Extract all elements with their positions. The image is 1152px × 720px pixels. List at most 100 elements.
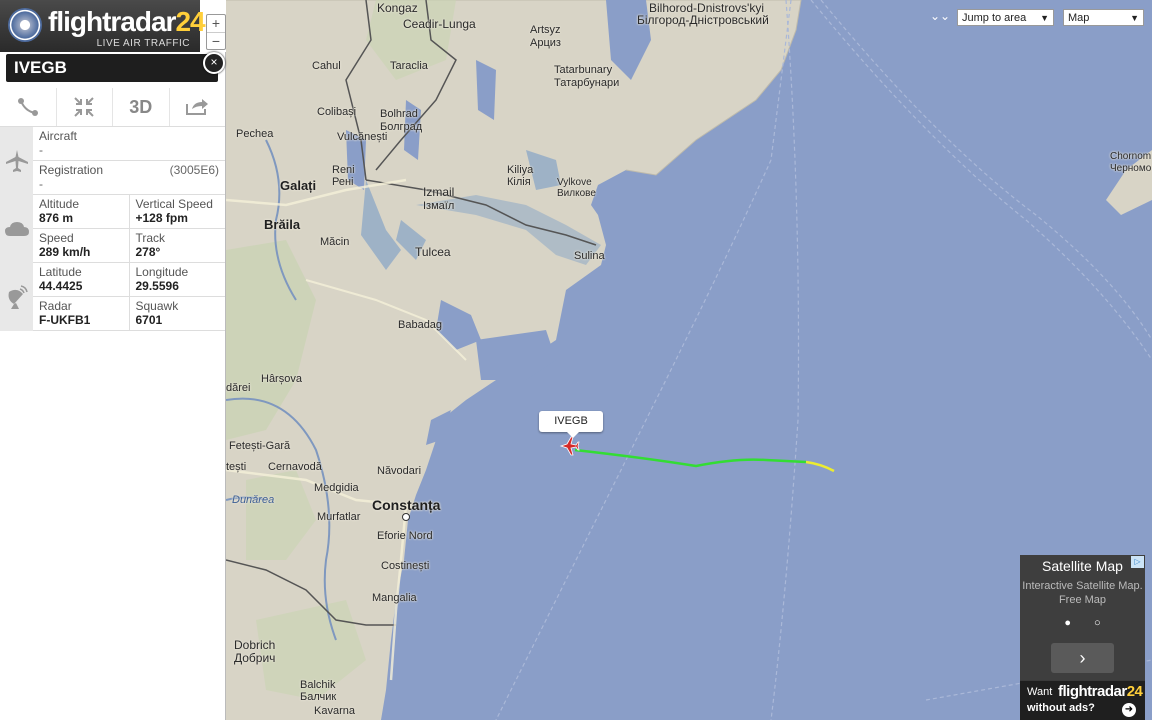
squawk-label: Squawk xyxy=(135,299,179,313)
place-label: Cahul xyxy=(312,60,341,72)
altitude-value: 876 m xyxy=(39,211,74,225)
ad-description: Interactive Satellite Map. Free Map xyxy=(1022,580,1143,606)
place-label: Izmail xyxy=(423,185,455,199)
arrow-right-icon[interactable]: ➜ xyxy=(1122,703,1136,717)
place-label: Tulcea xyxy=(415,245,451,259)
place-label: Eforie Nord xyxy=(377,530,433,542)
flight-info-panel: IVEGB × 3D Aircraft - Registration - (30… xyxy=(0,52,226,720)
place-label: Добрич xyxy=(234,651,276,665)
longitude-label: Longitude xyxy=(135,265,189,279)
map-type-select[interactable]: Map ▼ xyxy=(1063,9,1144,26)
registration-row: Registration - (3005E6) xyxy=(33,161,225,195)
place-label: Fetești-Gară xyxy=(229,440,291,452)
zoom-in-button[interactable]: + xyxy=(207,15,225,33)
dropdown-arrow-icon: ▼ xyxy=(1130,13,1139,23)
aircraft-group: Aircraft - Registration - (3005E6) xyxy=(0,127,225,195)
place-label: Кілія xyxy=(507,176,531,188)
map-canvas[interactable]: Kongaz Ceadir-Lunga Artsyz Арциз Bilhoro… xyxy=(226,0,1152,720)
place-label: Ізмаїл xyxy=(423,200,455,212)
close-panel-button[interactable]: × xyxy=(203,52,225,74)
flightradar24-logo[interactable]: flightradar24 LIVE AIR TRAFFIC xyxy=(0,0,206,52)
place-label: Constanța xyxy=(372,497,441,513)
ad-title[interactable]: Satellite Map xyxy=(1020,558,1145,574)
place-label: dărei xyxy=(226,382,251,394)
place-label: Măcin xyxy=(320,236,350,248)
place-label: Балчик xyxy=(300,691,337,703)
collapse-arrows-icon xyxy=(74,97,94,117)
city-marker xyxy=(402,513,410,521)
speed-label: Speed xyxy=(39,231,74,245)
flight-callout[interactable]: IVEGB xyxy=(539,411,603,438)
coordinates-row: Latitude 44.4425 Longitude 29.5596 xyxy=(33,263,225,297)
zoom-out-button[interactable]: − xyxy=(207,33,225,50)
place-label: Вилкове xyxy=(557,188,596,199)
speed-value: 289 km/h xyxy=(39,245,91,259)
place-label: Bolhrad xyxy=(380,108,418,120)
share-icon xyxy=(186,99,209,115)
route-button[interactable] xyxy=(0,88,57,126)
altitude-label: Altitude xyxy=(39,197,80,211)
place-label: Artsyz xyxy=(530,24,561,36)
share-button[interactable] xyxy=(170,88,226,126)
collapse-toolbar-icon[interactable]: ⌄⌄ xyxy=(930,9,950,23)
radar-dish-icon xyxy=(0,263,33,331)
place-label: Черномо xyxy=(1110,163,1152,174)
latitude-value: 44.4425 xyxy=(39,279,83,293)
place-label: Татарбунари xyxy=(554,77,620,89)
latitude-label: Latitude xyxy=(39,265,82,279)
plane-icon xyxy=(0,127,33,195)
radar-value: F-UKFB1 xyxy=(39,313,91,327)
place-label: Pechea xyxy=(236,128,274,140)
flight-toolbar: 3D xyxy=(0,88,225,127)
position-group: Latitude 44.4425 Longitude 29.5596 Radar F-… xyxy=(0,263,225,331)
place-label: Năvodari xyxy=(377,465,422,477)
place-label: tești xyxy=(226,461,247,473)
place-label: Costinești xyxy=(381,560,430,572)
cloud-icon xyxy=(0,195,33,263)
aircraft-marker-icon xyxy=(559,436,580,456)
place-label: Рені xyxy=(332,176,354,188)
place-label: Арциз xyxy=(530,37,561,49)
jump-to-area-select[interactable]: Jump to area ▼ xyxy=(957,9,1054,26)
place-label: Hârșova xyxy=(261,373,302,385)
logo-wordmark: flightradar24 xyxy=(48,6,206,37)
place-label: Babadag xyxy=(398,319,443,331)
ad-next-button[interactable]: › xyxy=(1051,643,1114,673)
flight-callsign: IVEGB xyxy=(6,54,218,82)
logo-tagline: LIVE AIR TRAFFIC xyxy=(96,38,190,49)
place-label: Kavarna xyxy=(314,705,355,717)
map-type-label: Map xyxy=(1068,12,1090,24)
ad-carousel-dots[interactable]: ● ○ xyxy=(1020,617,1145,629)
track-value: 278° xyxy=(135,245,161,259)
place-label: Galați xyxy=(280,178,317,193)
dropdown-arrow-icon: ▼ xyxy=(1040,13,1049,23)
view-3d-button[interactable]: 3D xyxy=(113,88,170,126)
advertisement[interactable]: ▷ Satellite Map Interactive Satellite Ma… xyxy=(1020,555,1145,720)
place-label: Kongaz xyxy=(377,1,418,15)
place-label: Taraclia xyxy=(390,60,428,72)
hex-code: (3005E6) xyxy=(169,163,219,177)
map-terrain xyxy=(226,0,1152,720)
place-label: Balchik xyxy=(300,679,336,691)
speed-row: Speed 289 km/h Track 278° xyxy=(33,229,225,263)
flight-details: Aircraft - Registration - (3005E6) Altitud… xyxy=(0,127,225,331)
place-label: Mangalia xyxy=(372,592,417,604)
remove-ads-prefix: Want xyxy=(1027,686,1053,698)
follow-button[interactable] xyxy=(57,88,113,126)
registration-value: - xyxy=(39,177,43,191)
place-label: Dunărea xyxy=(232,494,275,506)
zoom-control: + − xyxy=(206,14,226,50)
place-label: Ceadir-Lunga xyxy=(403,17,476,31)
place-label: Medgidia xyxy=(314,482,359,494)
altitude-row: Altitude 876 m Vertical Speed +128 fpm xyxy=(33,195,225,229)
place-label: Chornom xyxy=(1110,151,1152,162)
place-label: Kiliya xyxy=(507,164,534,176)
place-label: Colibași xyxy=(317,106,357,118)
remove-ads-suffix: without ads? xyxy=(1027,702,1095,714)
radar-row: Radar F-UKFB1 Squawk 6701 xyxy=(33,297,225,331)
aircraft-row: Aircraft - xyxy=(33,127,225,161)
radar-label: Radar xyxy=(39,299,72,313)
place-label: Vulcănești xyxy=(337,131,388,143)
radar-logo-icon xyxy=(8,8,42,42)
track-label: Track xyxy=(135,231,166,245)
